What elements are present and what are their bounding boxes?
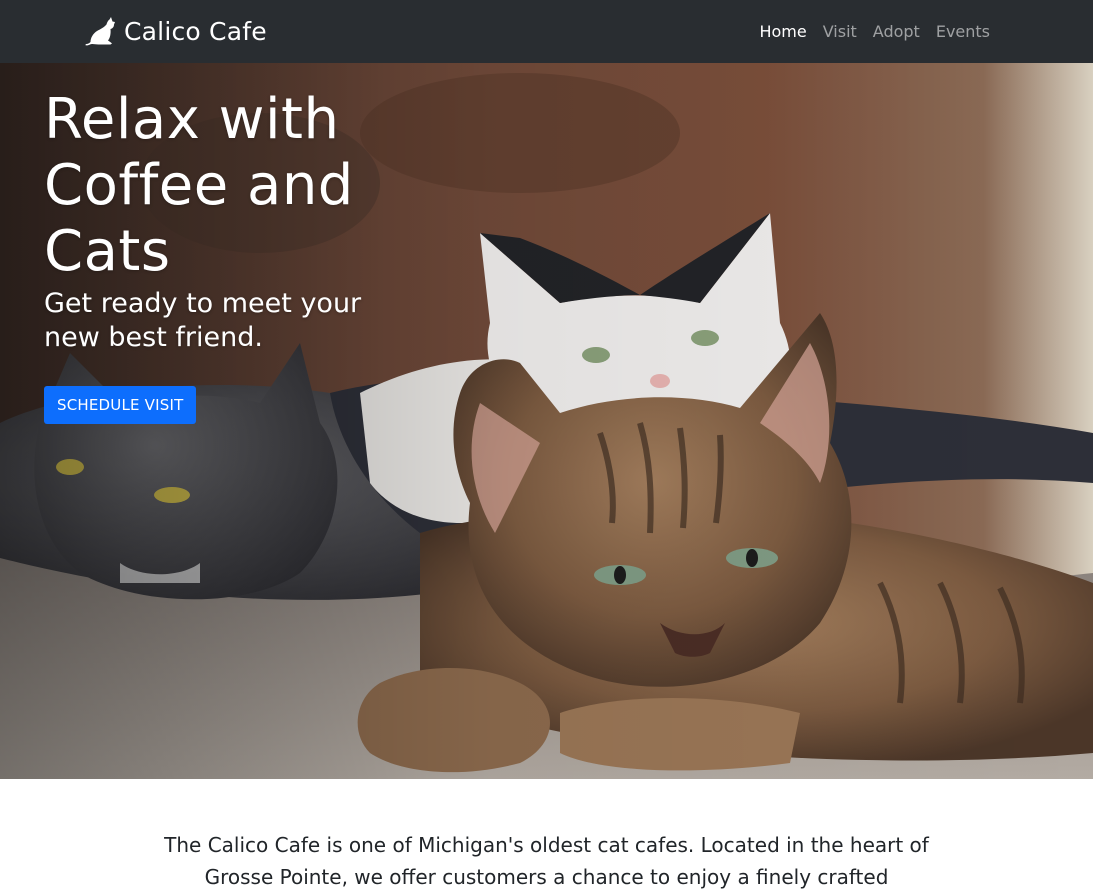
- nav-link-events[interactable]: Events: [928, 22, 998, 41]
- hero-title: Relax with Coffee and Cats: [44, 87, 354, 284]
- brand-name: Calico Cafe: [124, 16, 267, 46]
- hero-banner: Relax with Coffee and Cats Get ready to …: [0, 63, 1093, 779]
- cat-icon: [85, 17, 115, 46]
- nav-menu: Home Visit Adopt Events: [751, 0, 998, 63]
- nav-link-visit[interactable]: Visit: [815, 22, 865, 41]
- about-section: The Calico Cafe is one of Michigan's old…: [0, 779, 1093, 894]
- top-navbar: Calico Cafe Home Visit Adopt Events: [0, 0, 1093, 63]
- nav-link-adopt[interactable]: Adopt: [865, 22, 928, 41]
- hero-subtitle: Get ready to meet your new best friend.: [44, 288, 362, 353]
- nav-item-home: Home: [751, 22, 814, 41]
- nav-item-events: Events: [928, 22, 998, 41]
- brand-link[interactable]: Calico Cafe: [84, 13, 267, 49]
- nav-item-visit: Visit: [815, 22, 865, 41]
- nav-item-adopt: Adopt: [865, 22, 928, 41]
- schedule-visit-button[interactable]: SCHEDULE VISIT: [44, 386, 197, 424]
- nav-link-home[interactable]: Home: [751, 22, 814, 41]
- hero-content: Relax with Coffee and Cats Get ready to …: [44, 87, 404, 424]
- about-text: The Calico Cafe is one of Michigan's old…: [164, 833, 929, 889]
